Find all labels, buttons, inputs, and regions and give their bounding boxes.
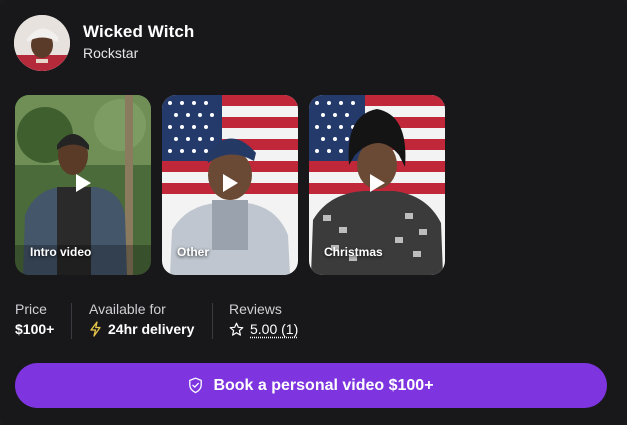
star-outline-icon [229,322,244,336]
video-card-other[interactable]: Other [162,95,298,275]
availability-value-text: 24hr delivery [108,321,195,337]
play-icon [223,174,238,192]
lightning-icon [90,321,101,337]
price-label: Price [15,301,47,317]
reviews-label: Reviews [229,301,282,317]
video-label: Other [177,245,210,259]
play-icon [76,174,91,192]
availability-label: Available for [89,301,166,317]
stat-divider [212,303,213,339]
price-value: $100+ [15,321,54,337]
talent-name[interactable]: Wicked Witch [83,22,194,42]
book-video-button[interactable]: Book a personal video $100+ [15,363,607,408]
play-icon [370,174,385,192]
talent-card: Wicked Witch Rockstar Intro video Other … [0,0,627,425]
video-card-christmas[interactable]: Christmas [309,95,445,275]
video-label: Intro video [30,245,92,259]
talent-role: Rockstar [83,45,139,61]
avatar[interactable] [14,15,70,71]
book-video-button-label: Book a personal video $100+ [213,376,434,394]
reviews-value: 5.00 (1) [229,321,298,337]
availability-value: 24hr delivery [89,321,194,337]
reviews-link[interactable]: 5.00 (1) [250,321,298,337]
shield-check-icon [189,377,203,394]
video-card-intro[interactable]: Intro video [15,95,151,275]
stat-divider [71,303,72,339]
price-value-text: $100+ [15,321,55,337]
video-label: Christmas [324,245,383,259]
